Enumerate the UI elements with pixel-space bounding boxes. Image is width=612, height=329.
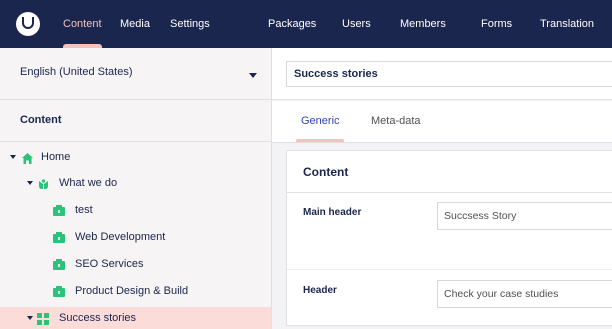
caret-down-icon[interactable] [10, 155, 16, 159]
top-bar: Content Media Settings Packages Users Me… [0, 0, 612, 48]
tab-generic[interactable]: Generic [301, 115, 340, 127]
editor-tabs: Generic Meta-data [272, 101, 612, 143]
briefcase-icon [53, 205, 65, 216]
culture-label: English (United States) [20, 66, 133, 78]
hands-icon [39, 179, 48, 189]
tree-item-label: Success stories [59, 312, 137, 324]
content-tree-panel: English (United States) Content Home Wha… [0, 48, 272, 329]
tree-item-test[interactable]: test [0, 199, 271, 223]
tree-item-label: SEO Services [75, 258, 144, 270]
tree-item-home[interactable]: Home [0, 146, 271, 170]
divider [0, 141, 271, 142]
tree-item-success-stories[interactable]: Success stories [0, 307, 271, 329]
tree-item-seo-services[interactable]: SEO Services [0, 253, 271, 277]
divider [287, 269, 612, 270]
section-content[interactable]: Content [63, 0, 102, 48]
section-forms[interactable]: Forms [481, 0, 512, 48]
umbraco-logo-icon[interactable] [16, 12, 40, 36]
home-icon [22, 153, 33, 164]
grid-icon [37, 313, 49, 325]
tree-item-label: Web Development [75, 231, 166, 243]
tree-item-web-development[interactable]: Web Development [0, 226, 271, 250]
briefcase-icon [53, 286, 65, 297]
section-translation[interactable]: Translation [540, 0, 594, 48]
section-members[interactable]: Members [400, 0, 446, 48]
content-group-card: Content Main header Header [286, 150, 612, 326]
section-settings[interactable]: Settings [170, 0, 210, 48]
tree-heading: Content [20, 114, 62, 126]
tree-item-what-we-do[interactable]: What we do [0, 172, 271, 196]
editor-panel: Generic Meta-data Content Main header He… [272, 48, 612, 329]
main-header-input[interactable] [437, 202, 612, 230]
group-title: Content [303, 165, 349, 179]
property-label-header: Header [303, 285, 337, 296]
tab-meta-data[interactable]: Meta-data [371, 115, 421, 127]
group-header: Content [287, 151, 612, 193]
section-packages[interactable]: Packages [268, 0, 316, 48]
active-tab-indicator [296, 139, 344, 142]
tree-item-label: test [75, 204, 93, 216]
chevron-down-icon [249, 73, 257, 78]
briefcase-icon [53, 259, 65, 270]
section-media[interactable]: Media [120, 0, 150, 48]
property-label-main-header: Main header [303, 207, 362, 218]
content-name-bar [272, 48, 612, 100]
section-users[interactable]: Users [342, 0, 371, 48]
tree-item-product-design[interactable]: Product Design & Build [0, 280, 271, 304]
culture-selector[interactable]: English (United States) [0, 48, 271, 100]
caret-down-icon[interactable] [27, 181, 33, 185]
tree-item-label: Home [41, 151, 71, 163]
briefcase-icon [53, 232, 65, 243]
caret-down-icon[interactable] [27, 316, 33, 320]
tree-item-label: What we do [59, 177, 118, 189]
header-input[interactable] [437, 280, 612, 308]
tree-item-label: Product Design & Build [75, 285, 189, 297]
content-name-input[interactable] [286, 61, 612, 87]
